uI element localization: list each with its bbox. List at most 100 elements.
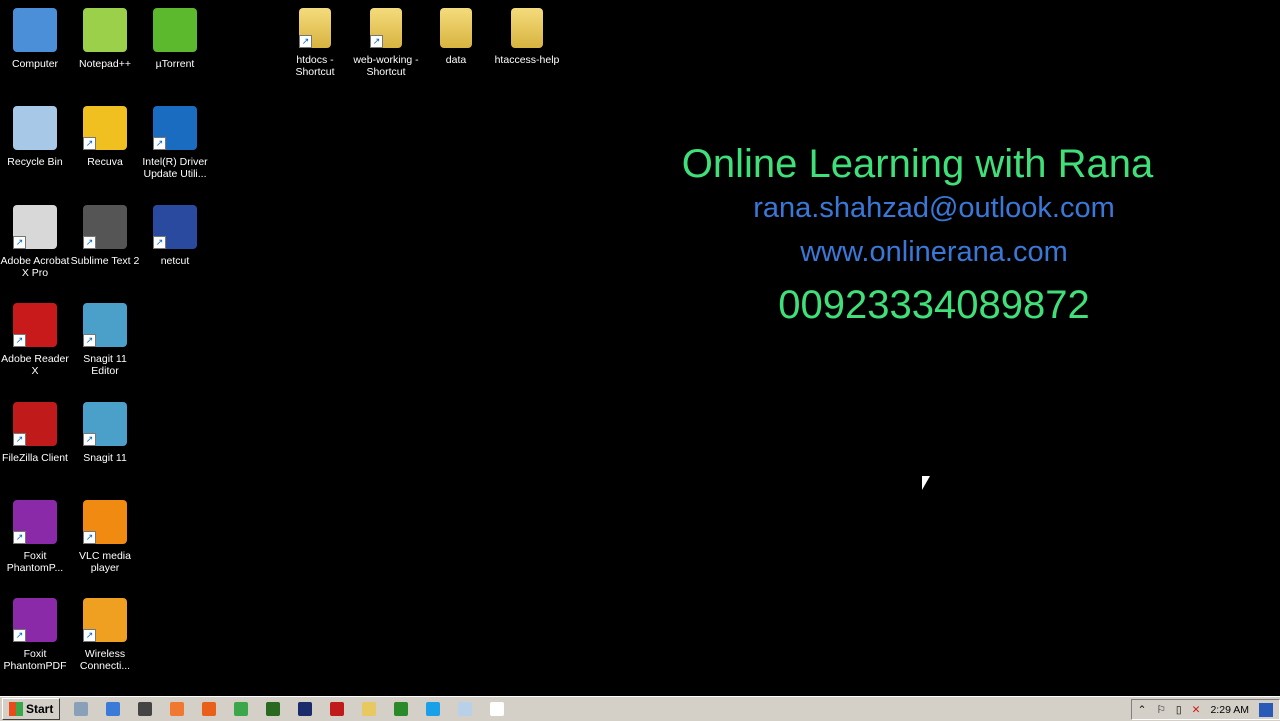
show-hidden-icons-icon[interactable]: ⌃ [1138,704,1147,716]
desktop-icon-label: µTorrent [155,58,195,70]
watermark-phone: 00923334089872 [778,283,1090,327]
clock[interactable]: 2:29 AM [1210,704,1249,716]
desktop-icon[interactable]: Recycle Bin [0,106,70,168]
taskbar-chrome-button[interactable] [230,699,252,719]
action-center-flag-icon[interactable]: ⚐ [1156,704,1165,716]
desktop-icon[interactable]: ↗ VLC media player [70,500,140,574]
taskbar-photoshop-button[interactable] [294,699,316,719]
app-icon: ↗ [83,205,127,249]
explorer-icon [362,702,377,716]
app-icon: ↗ [83,598,127,642]
shortcut-arrow-icon: ↗ [83,433,96,446]
desktop-icon[interactable]: ↗ Foxit PhantomP... [0,500,70,574]
desktop-icon[interactable]: ↗ Adobe Acrobat X Pro [0,205,70,279]
taskbar: Start ⌃ ⚐ ▯ ✕ 2:29 AM [0,696,1280,721]
desktop-icon-label: VLC media player [79,550,131,574]
app-icon [153,8,197,52]
camtasia-icon [394,702,409,716]
skype-icon [426,702,441,716]
desktop-icon-label: Adobe Acrobat X Pro [0,255,70,279]
start-button[interactable]: Start [2,698,61,720]
taskbar-camtasia-button[interactable] [390,699,412,719]
desktop-icon-label: Notepad++ [79,58,131,70]
watermark-title: Online Learning with Rana [681,142,1154,186]
network-disconnected-icon[interactable]: ✕ [1192,704,1201,716]
shortcut-arrow-icon: ↗ [153,236,166,249]
taskbar-network-button[interactable] [70,699,92,719]
mouse-cursor [922,476,930,490]
taskbar-dreamweaver-button[interactable] [262,699,284,719]
desktop-icon[interactable]: Computer [0,8,70,70]
desktop-folder[interactable]: ↗ htdocs - Shortcut [280,8,350,78]
desktop-icon-label: Computer [11,58,59,70]
dreamweaver-icon [266,702,281,716]
desktop-icon-label: Sublime Text 2 [70,255,140,267]
desktop-icon[interactable]: ↗ netcut [140,205,210,267]
desktop-folder[interactable]: htaccess-help [492,8,562,66]
taskbar-filezilla-button[interactable] [326,699,348,719]
desktop-icon-label: Wireless Connecti... [79,648,131,672]
show-desktop-button[interactable] [1259,702,1273,717]
desktop-icon-label: FileZilla Client [2,452,68,464]
app-icon: ↗ [153,106,197,150]
shortcut-arrow-icon: ↗ [83,137,96,150]
desktop-icon-label: Recuva [87,156,123,168]
taskbar-explorer-button[interactable] [358,699,380,719]
desktop-icon[interactable]: ↗ FileZilla Client [0,402,70,464]
app-icon [13,8,57,52]
desktop-icon[interactable]: ↗ Sublime Text 2 [70,205,140,267]
shortcut-arrow-icon: ↗ [13,531,26,544]
chrome-icon [234,702,249,716]
app-icon: ↗ [13,598,57,642]
battery-icon[interactable]: ▯ [1176,704,1182,716]
desktop-icon[interactable]: Notepad++ [70,8,140,70]
app-icon: ↗ [83,402,127,446]
folder-icon [511,8,543,48]
taskbar-skype-button[interactable] [422,699,444,719]
taskbar-powershell-button[interactable] [102,699,124,719]
app-icon: ↗ [153,205,197,249]
quick-launch [60,699,508,719]
desktop-icon[interactable]: µTorrent [140,8,210,70]
xampp-icon [170,702,185,716]
notepad-icon [458,702,473,716]
desktop-icon[interactable]: ↗ Adobe Reader X [0,303,70,377]
desktop-folder[interactable]: ↗ web-working - Shortcut [351,8,421,78]
network-icon [74,702,89,716]
app-icon: ↗ [13,205,57,249]
windows-logo-icon [9,702,23,716]
taskbar-xampp-button[interactable] [166,699,188,719]
desktop-icon[interactable]: ↗ Recuva [70,106,140,168]
taskbar-notepad-button[interactable] [454,699,476,719]
photoshop-icon [298,702,313,716]
shortcut-arrow-icon: ↗ [299,35,312,48]
folder-label: htdocs - Shortcut [295,54,335,78]
desktop-icon[interactable]: ↗ Snagit 11 [70,402,140,464]
shortcut-arrow-icon: ↗ [13,334,26,347]
taskbar-camtasia-recorder-button[interactable] [486,699,508,719]
start-label: Start [26,702,54,716]
watermark-website: www.onlinerana.com [800,236,1068,268]
shortcut-arrow-icon: ↗ [83,629,96,642]
shortcut-arrow-icon: ↗ [13,433,26,446]
folder-icon: ↗ [299,8,331,48]
shortcut-arrow-icon: ↗ [370,35,383,48]
desktop-icon[interactable]: ↗ Snagit 11 Editor [70,303,140,377]
shortcut-arrow-icon: ↗ [13,236,26,249]
desktop-icon[interactable]: ↗ Wireless Connecti... [70,598,140,672]
taskbar-firefox-button[interactable] [198,699,220,719]
app-icon: ↗ [13,402,57,446]
folder-label: htaccess-help [494,54,560,66]
filezilla-icon [330,702,345,716]
app-icon: ↗ [83,500,127,544]
app-icon [13,106,57,150]
desktop-icon[interactable]: ↗ Intel(R) Driver Update Utili... [140,106,210,180]
desktop-icon[interactable]: ↗ Foxit PhantomPDF [0,598,70,672]
taskbar-window-button[interactable] [134,699,156,719]
shortcut-arrow-icon: ↗ [83,236,96,249]
folder-icon: ↗ [370,8,402,48]
desktop-folder[interactable]: data [421,8,491,66]
shortcut-arrow-icon: ↗ [153,137,166,150]
desktop-icon-label: Foxit PhantomP... [6,550,64,574]
desktop-icon-label: netcut [160,255,190,267]
